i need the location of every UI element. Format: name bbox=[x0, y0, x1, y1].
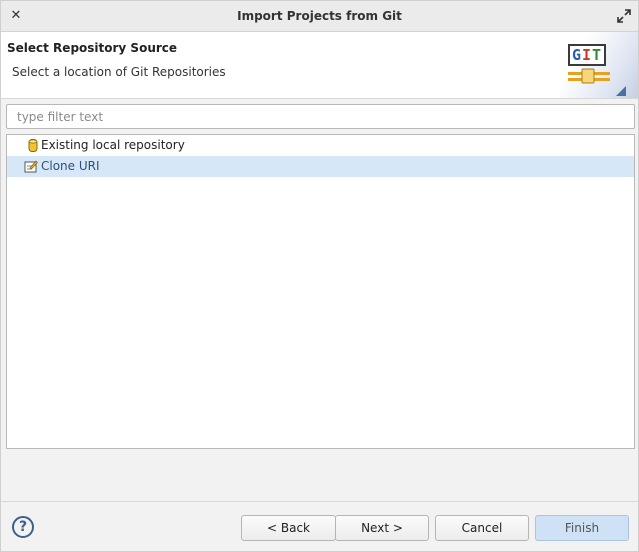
clone-uri-icon bbox=[24, 160, 38, 173]
button-bar: ? < Back Next > Cancel Finish bbox=[1, 501, 638, 551]
tree-item-existing-local-repository[interactable]: Existing local repository bbox=[7, 135, 634, 156]
cancel-button[interactable]: Cancel bbox=[435, 515, 529, 541]
next-button[interactable]: Next > bbox=[335, 515, 429, 541]
repository-cylinder-icon bbox=[28, 139, 38, 152]
page-description: Select a location of Git Repositories bbox=[12, 65, 226, 79]
maximize-icon[interactable] bbox=[616, 8, 632, 24]
tree-item-label: Clone URI bbox=[41, 159, 100, 173]
finish-button[interactable]: Finish bbox=[535, 515, 629, 541]
git-logo: GIT bbox=[568, 44, 606, 66]
window-title: Import Projects from Git bbox=[237, 9, 402, 23]
git-banner: GIT bbox=[560, 32, 638, 98]
import-dialog: ✕ Import Projects from Git Select Reposi… bbox=[0, 0, 639, 552]
tree-item-clone-uri[interactable]: Clone URI bbox=[7, 156, 634, 177]
tree-item-label: Existing local repository bbox=[41, 138, 185, 152]
repository-source-tree: Existing local repository Clone URI bbox=[6, 134, 635, 449]
filter-input[interactable] bbox=[6, 104, 635, 129]
wizard-header: Select Repository Source Select a locati… bbox=[1, 32, 638, 99]
help-icon[interactable]: ? bbox=[12, 516, 34, 538]
title-bar: ✕ Import Projects from Git bbox=[1, 1, 638, 32]
page-title: Select Repository Source bbox=[7, 41, 178, 55]
back-button[interactable]: < Back bbox=[241, 515, 336, 541]
